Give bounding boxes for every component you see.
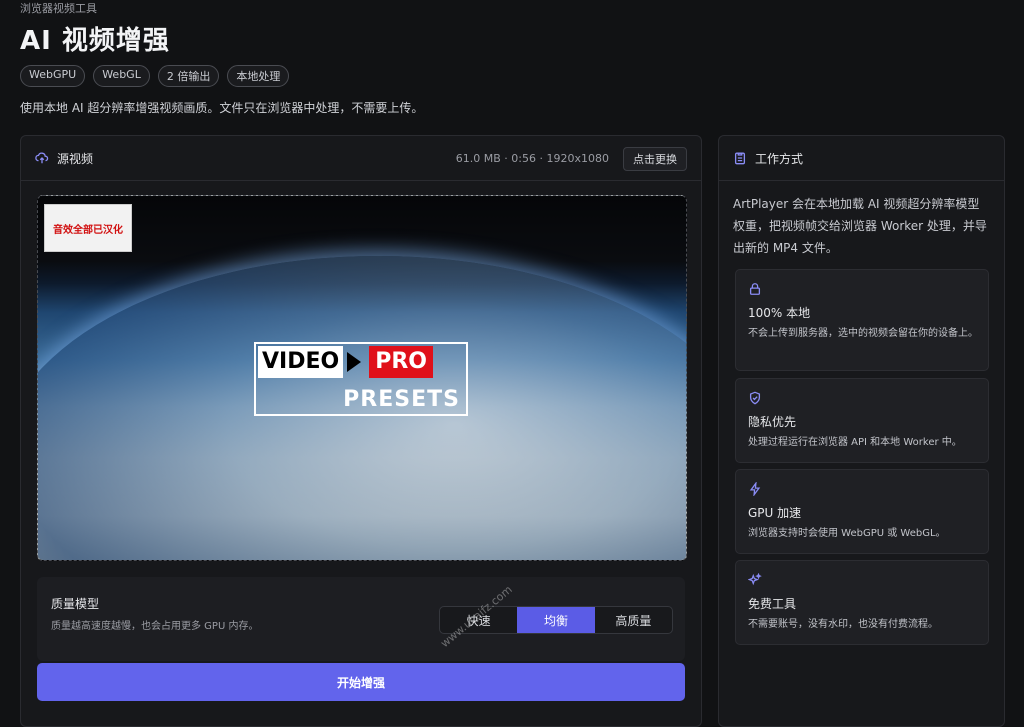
how-it-works-panel: 工作方式 ArtPlayer 会在本地加载 AI 视频超分辨率模型权重，把视频帧… <box>718 135 1005 727</box>
video-pro-logo: VIDEO PRO PRESETS <box>254 342 468 416</box>
quality-hint: 质量越高速度越慢，也会占用更多 GPU 内存。 <box>51 621 259 632</box>
lock-icon <box>748 282 762 296</box>
upload-cloud-icon <box>35 151 49 165</box>
replace-video-button[interactable]: 点击更换 <box>623 147 687 171</box>
lightning-icon <box>748 482 762 496</box>
video-preview[interactable]: 音效全部已汉化 VIDEO PRO PRESETS <box>37 195 687 561</box>
source-title: 源视频 <box>57 151 94 166</box>
feature-desc: 不会上传到服务器，选中的视频会留在你的设备上。 <box>748 328 978 339</box>
feature-card-privacy: 隐私优先 处理过程运行在浏览器 API 和本地 Worker 中。 <box>735 378 989 463</box>
shield-icon <box>748 391 762 405</box>
quality-title: 质量模型 <box>51 597 100 611</box>
source-panel-header: 源视频 61.0 MB · 0:56 · 1920x1080 点击更换 <box>21 136 701 181</box>
quality-high-button[interactable]: 高质量 <box>595 607 672 633</box>
corner-badge: 音效全部已汉化 <box>44 204 132 252</box>
tag-list: WebGPU WebGL 2 倍输出 本地处理 <box>20 65 290 87</box>
page-title: AI 视频增强 <box>20 26 170 56</box>
logo-video-text: VIDEO <box>258 346 344 378</box>
quality-model-section: 质量模型 质量越高速度越慢，也会占用更多 GPU 内存。 快速 均衡 高质量 <box>37 577 685 661</box>
source-video-panel: 源视频 61.0 MB · 0:56 · 1920x1080 点击更换 音效全部… <box>20 135 702 727</box>
clipboard-icon <box>733 151 747 165</box>
feature-title: 隐私优先 <box>748 415 797 429</box>
tag-2x-output: 2 倍输出 <box>157 65 220 87</box>
tag-local: 本地处理 <box>227 65 290 87</box>
feature-title: GPU 加速 <box>748 506 802 520</box>
breadcrumb: 浏览器视频工具 <box>20 2 97 15</box>
tag-webgpu: WebGPU <box>20 65 86 87</box>
feature-desc: 处理过程运行在浏览器 API 和本地 Worker 中。 <box>748 437 962 448</box>
feature-title: 免费工具 <box>748 597 797 611</box>
how-intro: ArtPlayer 会在本地加载 AI 视频超分辨率模型权重，把视频帧交给浏览器… <box>733 197 987 255</box>
logo-presets-text: PRESETS <box>343 387 460 412</box>
logo-pro-text: PRO <box>369 346 433 378</box>
feature-card-gpu: GPU 加速 浏览器支持时会使用 WebGPU 或 WebGL。 <box>735 469 989 554</box>
feature-card-free: 免费工具 不需要账号，没有水印，也没有付费流程。 <box>735 560 989 645</box>
how-panel-header: 工作方式 <box>719 136 1004 181</box>
corner-badge-text: 音效全部已汉化 <box>53 224 123 236</box>
start-enhance-button[interactable]: 开始增强 <box>37 663 685 701</box>
feature-card-local: 100% 本地 不会上传到服务器，选中的视频会留在你的设备上。 <box>735 269 989 371</box>
sparkle-icon <box>748 573 762 587</box>
tag-webgl: WebGL <box>93 65 150 87</box>
video-meta: 61.0 MB · 0:56 · 1920x1080 <box>455 151 609 165</box>
how-title: 工作方式 <box>755 151 804 166</box>
quality-balanced-button[interactable]: 均衡 <box>517 607 595 633</box>
feature-desc: 不需要账号，没有水印，也没有付费流程。 <box>748 619 938 630</box>
play-triangle-icon <box>347 352 362 372</box>
feature-title: 100% 本地 <box>748 306 811 320</box>
feature-desc: 浏览器支持时会使用 WebGPU 或 WebGL。 <box>748 528 946 539</box>
page-description: 使用本地 AI 超分辨率增强视频画质。文件只在浏览器中处理，不需要上传。 <box>20 101 424 115</box>
